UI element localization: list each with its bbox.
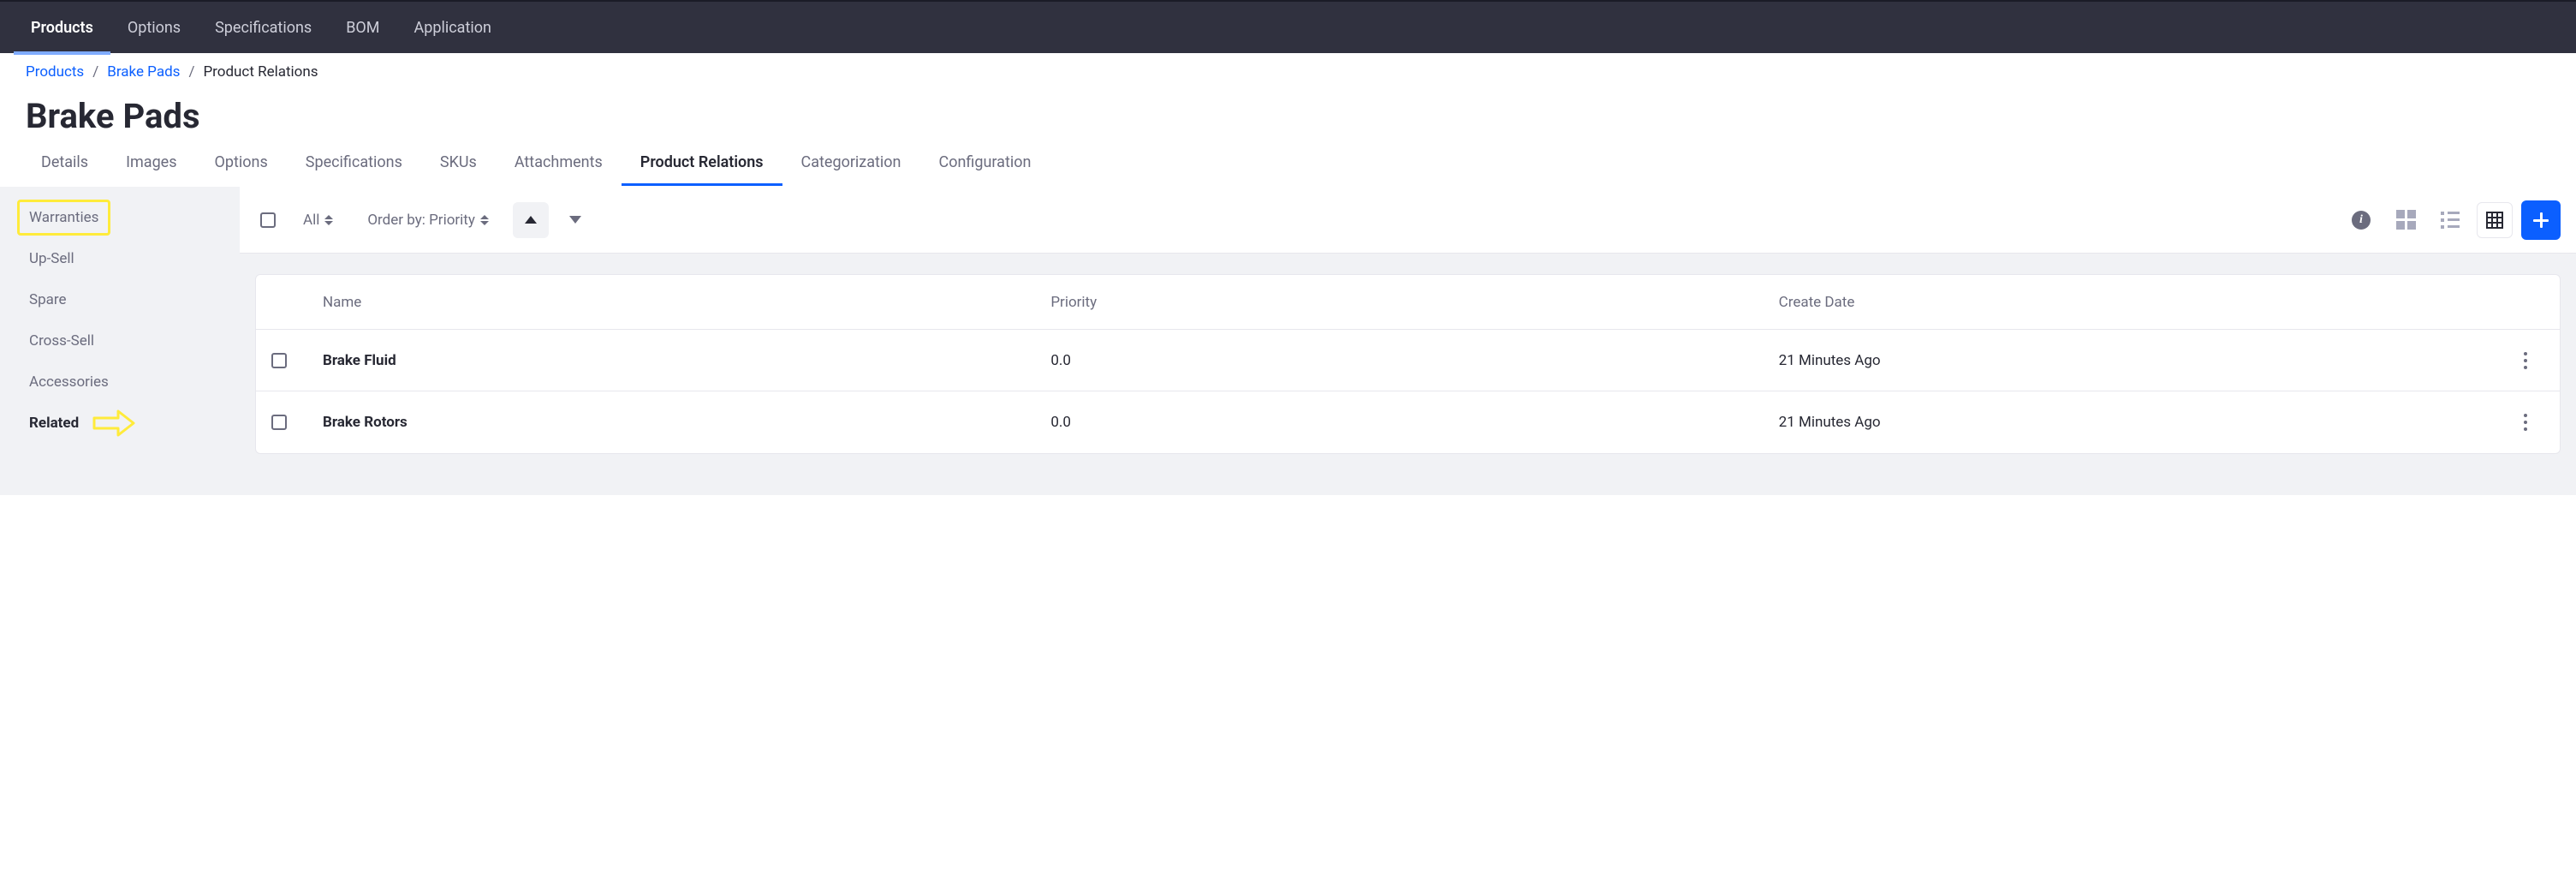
- table-row[interactable]: Brake Rotors 0.0 21 Minutes Ago: [256, 391, 2560, 453]
- tab-options[interactable]: Options: [196, 145, 287, 186]
- row-priority: 0.0: [1044, 352, 1771, 369]
- tab-configuration[interactable]: Configuration: [920, 145, 1050, 186]
- topnav-application[interactable]: Application: [397, 1, 509, 54]
- view-cards-button[interactable]: [2388, 202, 2424, 238]
- breadcrumb-sep: /: [92, 63, 98, 81]
- info-icon: i: [2352, 211, 2371, 230]
- topnav-specifications[interactable]: Specifications: [198, 1, 329, 54]
- row-name: Brake Fluid: [316, 352, 1044, 369]
- tab-details[interactable]: Details: [22, 145, 107, 186]
- data-table: Name Priority Create Date Brake Fluid 0.…: [255, 274, 2561, 454]
- row-checkbox[interactable]: [271, 415, 287, 430]
- tab-specifications[interactable]: Specifications: [287, 145, 421, 186]
- topnav-bom[interactable]: BOM: [329, 1, 396, 54]
- toolbar: All Order by: Priority i: [240, 187, 2576, 254]
- top-nav: Products Options Specifications BOM Appl…: [0, 0, 2576, 53]
- sidebar: Warranties Up-Sell Spare Cross-Sell Acce…: [0, 187, 240, 495]
- row-create-date: 21 Minutes Ago: [1772, 414, 2500, 431]
- caret-updown-icon: [480, 215, 489, 225]
- caret-updown-icon: [324, 215, 333, 225]
- subtabs: Details Images Options Specifications SK…: [0, 145, 2576, 187]
- topnav-products[interactable]: Products: [14, 1, 110, 54]
- col-name[interactable]: Name: [316, 294, 1044, 311]
- add-button[interactable]: [2521, 200, 2561, 240]
- caret-down-icon: [569, 216, 581, 224]
- sidebar-item-upsell[interactable]: Up-Sell: [0, 238, 240, 279]
- sidebar-item-warranties[interactable]: Warranties: [17, 200, 110, 236]
- info-button[interactable]: i: [2343, 202, 2379, 238]
- tab-attachments[interactable]: Attachments: [496, 145, 622, 186]
- sidebar-item-spare[interactable]: Spare: [0, 279, 240, 320]
- page-title: Brake Pads: [0, 81, 2576, 145]
- table-icon: [2486, 212, 2503, 229]
- breadcrumb-brake-pads[interactable]: Brake Pads: [107, 63, 180, 81]
- row-actions-button[interactable]: [2515, 409, 2536, 436]
- col-create-date[interactable]: Create Date: [1772, 294, 2500, 311]
- row-checkbox[interactable]: [271, 353, 287, 368]
- main-area: Warranties Up-Sell Spare Cross-Sell Acce…: [0, 187, 2576, 495]
- breadcrumb-sep: /: [188, 63, 194, 81]
- select-all-checkbox[interactable]: [260, 212, 276, 228]
- tab-images[interactable]: Images: [107, 145, 195, 186]
- table-row[interactable]: Brake Fluid 0.0 21 Minutes Ago: [256, 330, 2560, 391]
- col-priority[interactable]: Priority: [1044, 294, 1771, 311]
- content-column: All Order by: Priority i: [240, 187, 2576, 495]
- orderby-dropdown[interactable]: Order by: Priority: [352, 205, 504, 236]
- row-actions-button[interactable]: [2515, 347, 2536, 374]
- caret-up-icon: [525, 216, 537, 224]
- filter-dropdown[interactable]: All: [293, 205, 343, 236]
- sidebar-item-crosssell[interactable]: Cross-Sell: [0, 320, 240, 361]
- annotation-arrow-icon: [92, 409, 135, 438]
- sort-asc-button[interactable]: [513, 202, 549, 238]
- sidebar-item-related[interactable]: Related: [0, 403, 86, 444]
- table-header: Name Priority Create Date: [256, 275, 2560, 330]
- plus-icon: [2533, 212, 2549, 228]
- view-table-button[interactable]: [2477, 202, 2513, 238]
- breadcrumb-products[interactable]: Products: [26, 63, 84, 81]
- breadcrumb: Products / Brake Pads / Product Relation…: [0, 53, 2576, 81]
- list-icon: [2441, 212, 2460, 229]
- breadcrumb-current: Product Relations: [203, 63, 318, 81]
- tab-categorization[interactable]: Categorization: [782, 145, 920, 186]
- row-name: Brake Rotors: [316, 414, 1044, 431]
- sort-desc-button[interactable]: [557, 202, 593, 238]
- sidebar-item-accessories[interactable]: Accessories: [0, 361, 240, 403]
- row-priority: 0.0: [1044, 414, 1771, 431]
- view-list-button[interactable]: [2432, 202, 2468, 238]
- tab-product-relations[interactable]: Product Relations: [622, 145, 782, 186]
- cards-icon: [2396, 210, 2416, 230]
- row-create-date: 21 Minutes Ago: [1772, 352, 2500, 369]
- tab-skus[interactable]: SKUs: [421, 145, 496, 186]
- topnav-options[interactable]: Options: [110, 1, 198, 54]
